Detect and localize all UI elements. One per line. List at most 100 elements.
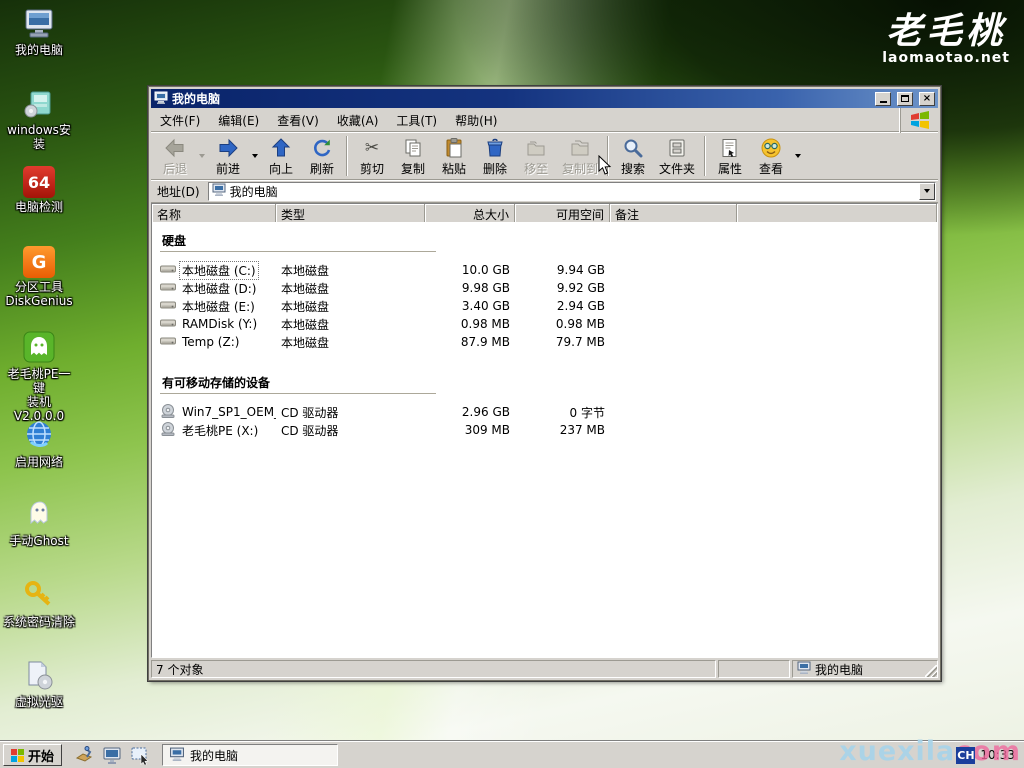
desktop-icon-pc-check[interactable]: 64 电脑检测 <box>2 166 76 214</box>
column-type[interactable]: 类型 <box>276 204 425 222</box>
menu-favorites[interactable]: 收藏(A) <box>328 109 388 132</box>
task-computer-icon <box>169 747 185 764</box>
chevron-down-icon <box>924 189 930 193</box>
hdd-icon <box>160 263 176 278</box>
menu-file[interactable]: 文件(F) <box>151 109 209 132</box>
cd-drive-icon <box>160 404 176 421</box>
forward-icon <box>217 137 239 159</box>
chevron-down-icon <box>199 154 205 158</box>
copy-button[interactable]: 复制 <box>393 135 433 178</box>
start-button[interactable]: 开始 <box>3 744 62 766</box>
cd-row-laomaotao-pe[interactable]: 老毛桃PE (X:) CD 驱动器 309 MB 237 MB <box>160 421 937 439</box>
status-location: 我的电脑 <box>792 660 938 678</box>
views-smiley-icon <box>760 137 782 159</box>
cd-row-win7[interactable]: Win7_SP1_OEM_N... CD 驱动器 2.96 GB 0 字节 <box>160 403 937 421</box>
menu-tools[interactable]: 工具(T) <box>387 109 446 132</box>
column-name[interactable]: 名称 <box>152 204 276 222</box>
search-button[interactable]: 搜索 <box>613 135 653 178</box>
close-button[interactable]: × <box>919 92 935 106</box>
hdd-icon <box>160 299 176 314</box>
column-total-size[interactable]: 总大小 <box>425 204 515 222</box>
search-icon <box>622 137 644 159</box>
desktop-icon-label: 系统密码清除 <box>2 615 76 629</box>
maximize-button[interactable] <box>897 92 913 106</box>
properties-button[interactable]: 属性 <box>710 135 750 178</box>
window-titlebar[interactable]: 我的电脑 × <box>151 89 938 108</box>
refresh-icon <box>311 137 333 159</box>
move-to-button[interactable]: 移至 <box>516 135 556 178</box>
ghost-icon <box>22 497 56 531</box>
drive-row-e[interactable]: 本地磁盘 (E:) 本地磁盘 3.40 GB 2.94 GB <box>160 297 937 315</box>
up-button[interactable]: 向上 <box>261 135 301 178</box>
cut-button[interactable]: ✂ 剪切 <box>352 135 392 178</box>
column-comments[interactable]: 备注 <box>610 204 737 222</box>
desktop-icon-label: 手动Ghost <box>2 534 76 548</box>
window-title: 我的电脑 <box>172 90 869 107</box>
back-button[interactable]: 后退 <box>155 135 195 178</box>
status-computer-icon <box>797 661 811 677</box>
menu-view[interactable]: 查看(V) <box>268 109 328 132</box>
file-list-pane: 名称 类型 总大小 可用空间 备注 硬盘 本地磁盘 (C:) 本地磁盘 10.0… <box>151 203 938 658</box>
copy-to-folder-icon <box>569 137 591 159</box>
virtual-cd-icon <box>22 658 56 692</box>
desktop-icon-windows-install[interactable]: windows安装 <box>2 86 76 151</box>
desktop-icon-password-clear[interactable]: 系统密码清除 <box>2 578 76 629</box>
status-bar: 7 个对象 我的电脑 <box>151 658 938 678</box>
desktop-icon-laomaotao-pe[interactable]: 老毛桃PE一键 装机 V2.0.0.0 <box>2 330 76 423</box>
minimize-icon <box>880 101 887 103</box>
desktop-icon-label: 虚拟光驱 <box>2 695 76 709</box>
show-desktop-icon[interactable] <box>130 745 150 765</box>
copy-to-button[interactable]: 复制到 <box>557 135 603 178</box>
resize-grip[interactable] <box>925 665 937 677</box>
column-free-space[interactable]: 可用空间 <box>515 204 610 222</box>
views-button[interactable]: 查看 <box>751 135 791 178</box>
refresh-button[interactable]: 刷新 <box>302 135 342 178</box>
paste-icon <box>443 137 465 159</box>
delete-button[interactable]: 删除 <box>475 135 515 178</box>
back-dropdown[interactable] <box>196 135 207 178</box>
chevron-down-icon <box>252 154 258 158</box>
pc-check-64-icon: 64 <box>22 166 56 200</box>
folders-icon <box>666 137 688 159</box>
desktop-cleanup-icon[interactable] <box>74 745 94 765</box>
up-icon <box>270 137 292 159</box>
my-computer-window: 我的电脑 × 文件(F) 编辑(E) 查看(V) 收藏(A) 工具(T) 帮助(… <box>148 86 941 681</box>
address-combobox[interactable]: 我的电脑 <box>208 182 936 201</box>
drive-row-z[interactable]: Temp (Z:) 本地磁盘 87.9 MB 79.7 MB <box>160 333 937 351</box>
chevron-down-icon <box>795 154 801 158</box>
menu-edit[interactable]: 编辑(E) <box>209 109 268 132</box>
drive-row-y[interactable]: RAMDisk (Y:) 本地磁盘 0.98 MB 0.98 MB <box>160 315 937 333</box>
minimize-button[interactable] <box>875 92 891 106</box>
window-computer-icon <box>154 91 168 107</box>
forward-button[interactable]: 前进 <box>208 135 248 178</box>
column-headers: 名称 类型 总大小 可用空间 备注 <box>152 204 937 222</box>
taskbar: 开始 我的电脑 CH 10:33 <box>0 741 1024 768</box>
paste-button[interactable]: 粘贴 <box>434 135 474 178</box>
desktop-icon-label: 电脑检测 <box>2 200 76 214</box>
forward-dropdown[interactable] <box>249 135 260 178</box>
menu-help[interactable]: 帮助(H) <box>446 109 506 132</box>
desktop-icon-diskgenius[interactable]: G 分区工具 DiskGenius <box>2 246 76 308</box>
desktop-icon-enable-network[interactable]: 启用网络 <box>2 418 76 469</box>
group-hard-disks: 硬盘 <box>160 229 436 252</box>
cd-drive-icon <box>160 422 176 439</box>
drive-row-c[interactable]: 本地磁盘 (C:) 本地磁盘 10.0 GB 9.94 GB <box>160 261 937 279</box>
clock[interactable]: 10:33 <box>978 748 1017 762</box>
desktop-icon-label: windows安装 <box>2 123 76 151</box>
network-globe-icon <box>22 418 56 452</box>
desktop-icon-label: 启用网络 <box>2 455 76 469</box>
display-icon[interactable] <box>102 745 122 765</box>
folders-button[interactable]: 文件夹 <box>654 135 700 178</box>
taskbar-task-my-computer[interactable]: 我的电脑 <box>162 744 338 766</box>
hdd-icon <box>160 317 176 332</box>
language-indicator[interactable]: CH <box>956 747 975 764</box>
desktop-icon-manual-ghost[interactable]: 手动Ghost <box>2 497 76 548</box>
views-dropdown[interactable] <box>792 135 803 178</box>
address-dropdown-button[interactable] <box>919 183 935 200</box>
desktop-icon-virtual-cd[interactable]: 虚拟光驱 <box>2 658 76 709</box>
drive-row-d[interactable]: 本地磁盘 (D:) 本地磁盘 9.98 GB 9.92 GB <box>160 279 937 297</box>
diskgenius-icon: G <box>22 246 56 280</box>
status-object-count: 7 个对象 <box>151 660 716 678</box>
desktop-icon-my-computer[interactable]: 我的电脑 <box>2 6 76 57</box>
task-label: 我的电脑 <box>190 747 238 764</box>
